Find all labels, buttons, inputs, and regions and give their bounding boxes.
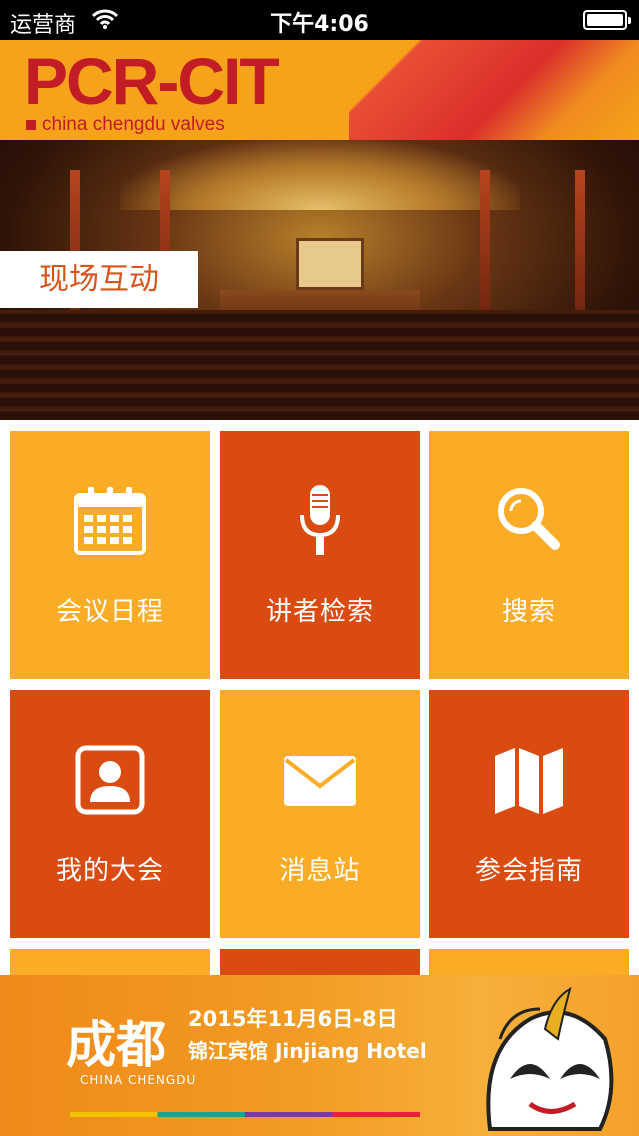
color-stripe [70,1112,420,1117]
tile-speaker-search[interactable]: 讲者检索 [220,431,420,679]
microphone-icon [300,485,340,555]
app-tagline: china chengdu valves [26,114,225,136]
profile-icon [75,745,145,815]
tile-message-station[interactable]: 消息站 [220,690,420,938]
calendar-icon [74,487,146,555]
opera-mask-icon [486,986,614,1131]
hero-audience [0,310,639,420]
hero-photo[interactable]: 现场互动 [0,140,639,420]
event-venue: 锦江宾馆 Jinjiang Hotel [188,1039,427,1063]
tile-meeting-schedule[interactable]: 会议日程 [10,431,210,679]
tile-label: 讲者检索 [265,597,374,627]
tile-partial[interactable] [429,949,629,975]
app-header-banner: PCR-CIT china chengdu valves [0,40,639,140]
tile-label: 会议日程 [55,597,164,627]
tile-partial[interactable] [220,949,420,975]
city-name-english: CHINA CHENGDU [80,1073,197,1087]
tile-label: 搜索 [501,597,556,627]
event-date: 2015年11月6日-8日 [188,1007,398,1031]
tagline-text: china chengdu valves [42,114,225,135]
search-icon [498,488,560,550]
hero-stage-screen [296,238,364,290]
battery-icon [583,10,631,30]
tile-my-conference[interactable]: 我的大会 [10,690,210,938]
tile-label: 消息站 [279,856,361,886]
tile-attendee-guide[interactable]: 参会指南 [429,690,629,938]
event-banner[interactable]: 成都 CHINA CHENGDU 2015年11月6日-8日 锦江宾馆 Jinj… [0,975,639,1136]
tile-label: 参会指南 [474,856,583,886]
map-icon [495,748,563,814]
decorative-ribbon [349,40,639,140]
city-name: 成都 [66,1015,166,1074]
status-bar: 运营商 下午4:06 [0,0,639,40]
live-interaction-label[interactable]: 现场互动 [0,251,198,308]
clock: 下午4:06 [270,12,369,37]
app-logo: PCR-CIT [24,44,280,118]
tile-search[interactable]: 搜索 [429,431,629,679]
hero-ceiling-lights [120,140,520,210]
tile-partial[interactable] [10,949,210,975]
mail-icon [284,756,356,806]
tile-label: 我的大会 [55,856,164,886]
square-bullet-icon [26,119,36,130]
